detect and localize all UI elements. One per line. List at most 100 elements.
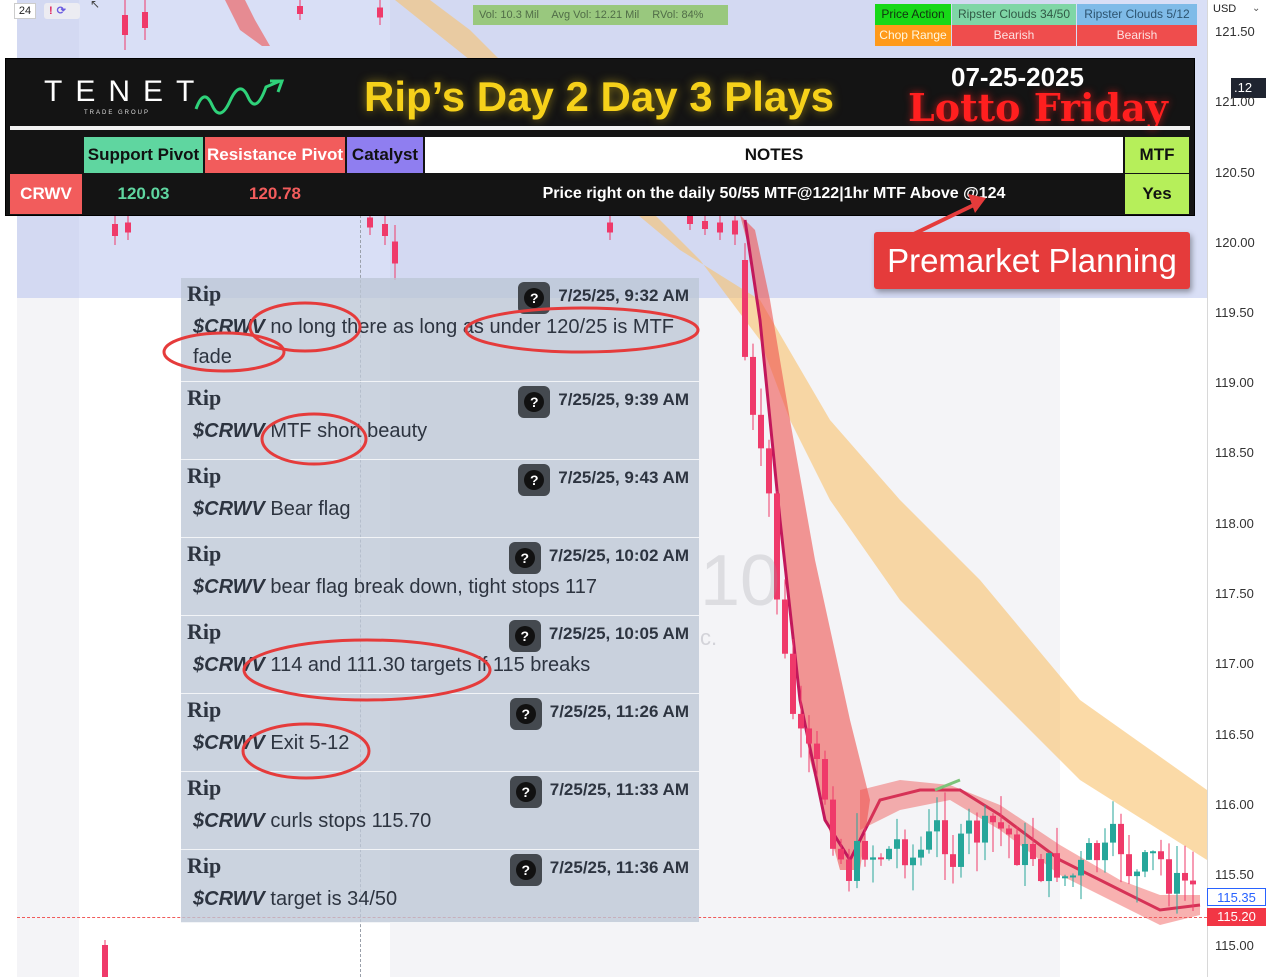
chart-stage[interactable]: 10 c. 24 ! ⟳ ↖ Vol: 10.3 Mil Avg Vol: 12.… — [0, 0, 1266, 977]
chat-message[interactable]: Rip 7/25/25, 10:05 AM? $CRWV 114 and 111.3… — [181, 616, 699, 694]
chat-message[interactable]: Rip 7/25/25, 9:32 AM? $CRWV no long there … — [181, 278, 699, 382]
message-body: no long there as long as under 120/25 is… — [193, 316, 675, 368]
message-timestamp: 7/25/25, 10:02 AM — [548, 546, 689, 565]
candle-body — [1110, 823, 1116, 843]
candle-body — [966, 820, 972, 834]
candle-body — [814, 743, 820, 760]
candle-body — [926, 831, 932, 850]
question-icon[interactable]: ? — [508, 620, 541, 652]
currency-selector[interactable]: USD — [1213, 3, 1236, 15]
header-support-pivot: Support Pivot — [84, 137, 203, 173]
ripster-5-12-status: Bearish — [1077, 25, 1197, 46]
price-tick-label: 121.00 — [1215, 94, 1255, 109]
ticker-symbol: $CRWV — [193, 498, 265, 520]
candle-body — [1166, 859, 1172, 894]
divider — [10, 126, 1190, 130]
chat-message[interactable]: Rip 7/25/25, 9:43 AM? $CRWV Bear flag — [181, 460, 699, 538]
candle-body — [798, 713, 804, 729]
banner-title: Rip’s Day 2 Day 3 Plays — [364, 73, 835, 120]
question-icon[interactable]: ? — [509, 698, 542, 730]
price-tick-label: 120.00 — [1215, 235, 1255, 250]
candle-body — [1054, 853, 1060, 878]
chat-message[interactable]: Rip 7/25/25, 11:33 AM? $CRWV curls stops 1… — [181, 772, 699, 850]
candle-body — [854, 840, 860, 881]
message-body: curls stops 115.70 — [264, 810, 432, 832]
candle-body — [766, 448, 772, 494]
price-tag-blue: 115.35 — [1207, 888, 1266, 906]
candle-body — [392, 241, 398, 264]
candle-body — [377, 7, 383, 18]
ticker-cell: CRWV — [10, 174, 82, 214]
candle-body — [974, 820, 980, 843]
message-timestamp: 7/25/25, 9:43 AM — [558, 468, 689, 487]
ticker-symbol: $CRWV — [193, 420, 265, 442]
candle-body — [125, 222, 131, 233]
support-pivot-value: 120.03 — [84, 174, 203, 214]
candle-body — [687, 216, 693, 224]
price-tick-label: 118.50 — [1215, 445, 1254, 460]
chevron-down-icon[interactable]: ⌄ — [1252, 3, 1260, 14]
chat-message[interactable]: Rip 7/25/25, 10:02 AM? $CRWV bear flag bre… — [181, 538, 699, 616]
message-author: Rip — [187, 619, 222, 644]
message-text: $CRWV target is 34/50 — [193, 884, 693, 914]
candle-body — [297, 6, 303, 14]
message-timestamp: 7/25/25, 11:33 AM — [549, 780, 689, 799]
candle-body — [367, 217, 373, 228]
candle-body — [717, 222, 723, 233]
candle-body — [1118, 823, 1124, 855]
price-axis[interactable] — [1207, 0, 1266, 977]
question-icon[interactable]: ? — [508, 542, 541, 574]
message-author: Rip — [187, 541, 222, 566]
chat-message[interactable]: Rip 7/25/25, 9:39 AM? $CRWV MTF short beau… — [181, 382, 699, 460]
candle-body — [1150, 851, 1156, 854]
question-icon[interactable]: ? — [509, 854, 542, 886]
notes-value: Price right on the daily 50/55 MTF@122|1… — [425, 174, 1123, 214]
candle-body — [910, 857, 916, 866]
ripster-34-50-status: Bearish — [952, 25, 1076, 46]
header-mtf: MTF — [1125, 137, 1189, 173]
plays-banner: TENET TRADE GROUP Rip’s Day 2 Day 3 Play… — [5, 58, 1195, 216]
ticker-symbol: $CRWV — [193, 732, 265, 754]
candle-body — [1174, 872, 1180, 894]
chat-panel[interactable]: Rip 7/25/25, 9:32 AM? $CRWV no long there … — [181, 278, 699, 923]
alert-status-chip[interactable]: ! ⟳ — [44, 3, 80, 19]
question-icon[interactable]: ? — [518, 464, 551, 496]
volume-value: Vol: 10.3 Mil — [479, 9, 539, 21]
candle-body — [1190, 880, 1196, 885]
candle-body — [902, 839, 908, 866]
candle-body — [1062, 876, 1068, 879]
message-text: $CRWV 114 and 111.30 targets if 115 brea… — [193, 650, 693, 680]
message-body: Exit 5-12 — [264, 732, 350, 754]
interval-selector[interactable]: 24 — [14, 3, 36, 19]
candle-body — [732, 220, 738, 235]
message-text: $CRWV Bear flag — [193, 494, 693, 524]
candle-body — [702, 221, 708, 229]
candle-body — [846, 859, 852, 881]
candle-body — [758, 414, 764, 449]
candle-body — [122, 15, 128, 35]
message-author: Rip — [187, 697, 222, 722]
chat-message[interactable]: Rip 7/25/25, 11:26 AM? $CRWV Exit 5-12 — [181, 694, 699, 772]
candle-body — [742, 260, 748, 357]
candle-body — [886, 848, 892, 860]
candle-body — [950, 854, 956, 867]
candle-body — [1070, 875, 1076, 878]
candle-body — [1142, 852, 1148, 872]
avg-volume-value: Avg Vol: 12.21 Mil — [551, 9, 640, 21]
price-tick-label: 116.00 — [1215, 797, 1254, 812]
mtf-value: Yes — [1125, 174, 1189, 214]
question-icon[interactable]: ? — [518, 386, 551, 418]
banner-subtitle: Lotto Friday — [908, 85, 1168, 130]
symbol-watermark-sub: c. — [700, 625, 718, 650]
candle-body — [1126, 854, 1132, 877]
chat-message[interactable]: Rip 7/25/25, 11:36 AM? $CRWV target is 34/… — [181, 850, 699, 923]
message-body: target is 34/50 — [264, 888, 398, 910]
ripster-34-50-label: Ripster Clouds 34/50 — [952, 4, 1076, 25]
message-timestamp: 7/25/25, 11:36 AM — [549, 858, 689, 877]
ticker-symbol: $CRWV — [193, 654, 265, 676]
question-icon[interactable]: ? — [509, 776, 542, 808]
candle-body — [838, 848, 844, 860]
candle-body — [958, 833, 964, 867]
question-icon[interactable]: ? — [518, 282, 551, 314]
trend-arrow-icon — [194, 79, 285, 115]
